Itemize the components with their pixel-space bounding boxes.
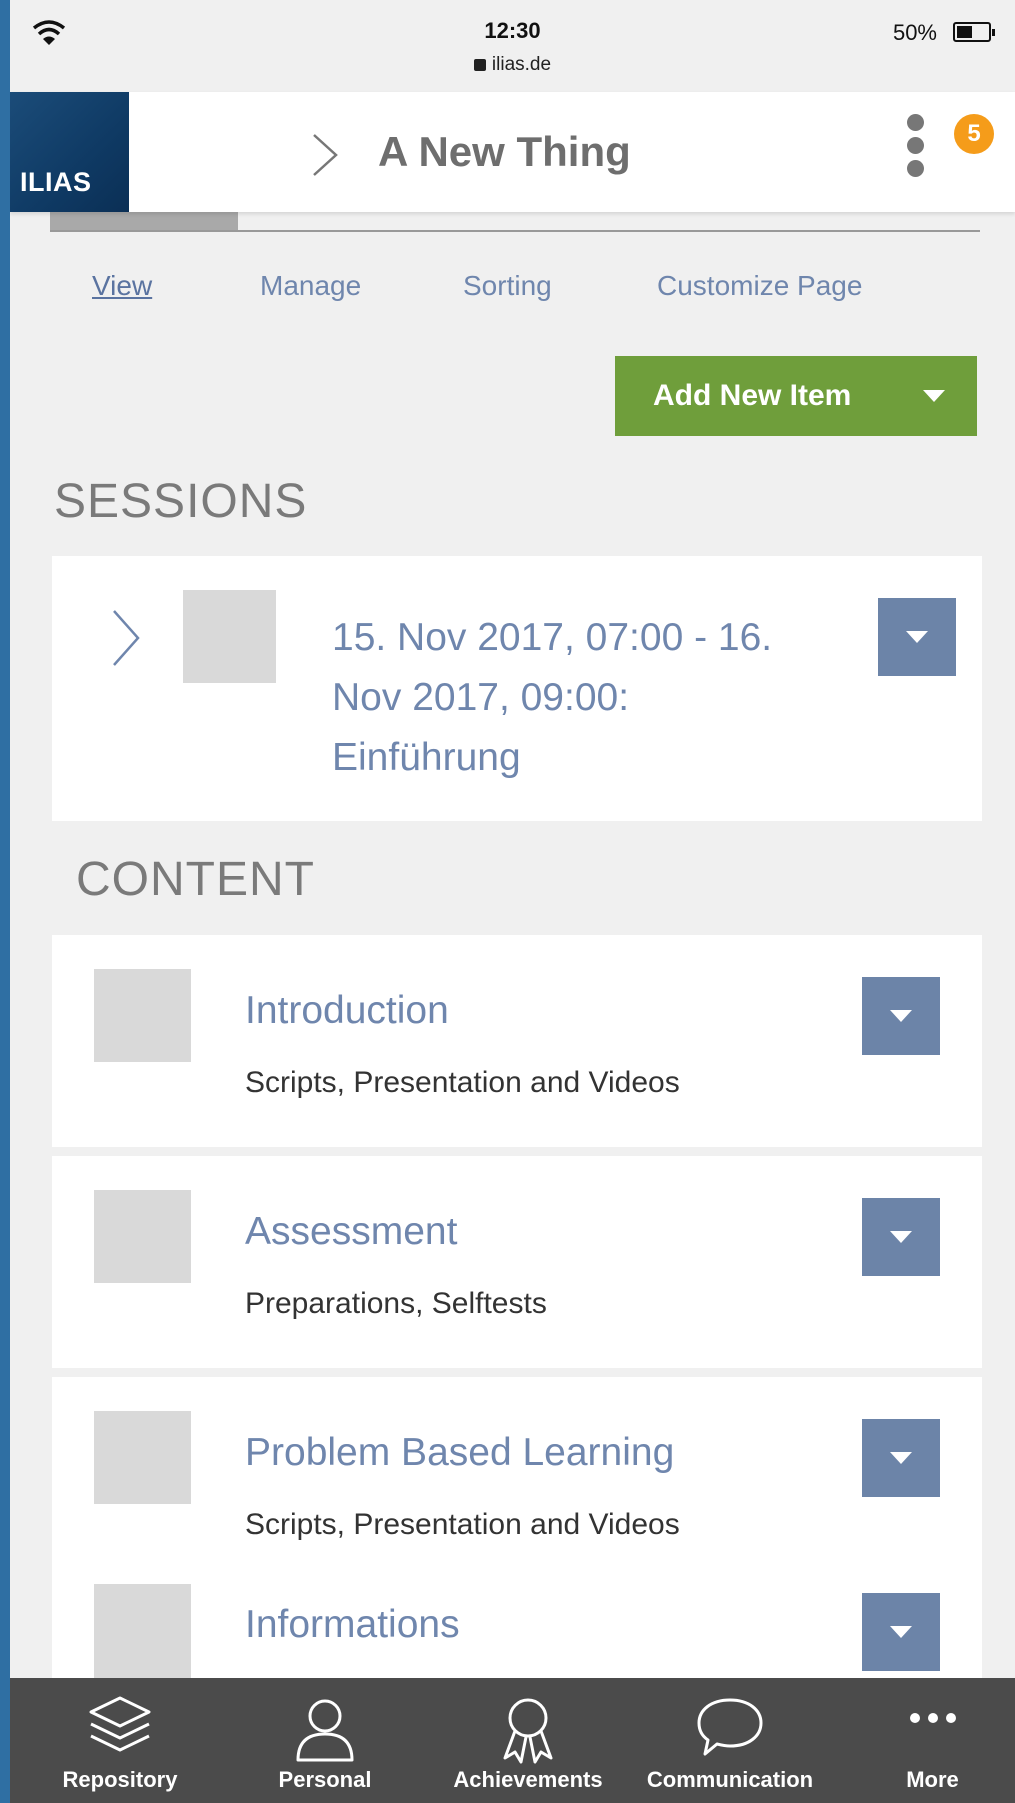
subtab-view[interactable]: View (92, 270, 152, 302)
person-icon (296, 1699, 354, 1762)
battery-icon (953, 22, 995, 42)
status-bar: 12:30 ilias.de 50% (10, 0, 1015, 92)
item-thumbnail (94, 1411, 191, 1504)
nav-communication[interactable]: Communication (635, 1678, 825, 1803)
chevron-right-icon[interactable] (310, 132, 340, 178)
caret-down-icon (923, 390, 945, 402)
subtab-manage[interactable]: Manage (260, 270, 361, 302)
page-title: A New Thing (378, 128, 631, 175)
more-options-icon[interactable] (902, 114, 928, 190)
ilias-logo[interactable]: ILIAS (10, 92, 129, 212)
item-thumbnail (94, 969, 191, 1062)
nav-more[interactable]: More (860, 1678, 1005, 1803)
item-title[interactable]: Introduction (245, 989, 449, 1033)
item-actions-dropdown[interactable] (862, 1419, 940, 1497)
list-item[interactable]: Problem Based Learning Scripts, Presenta… (52, 1377, 982, 1678)
session-title-line: 15. Nov 2017, 07:00 - 16. (332, 616, 773, 659)
item-description: Scripts, Presentation and Videos (245, 1508, 680, 1541)
item-description: Preparations, Selftests (245, 1287, 547, 1320)
layers-icon (89, 1696, 151, 1752)
nav-achievements[interactable]: Achievements (438, 1678, 618, 1803)
content-heading: CONTENT (76, 853, 315, 906)
app-header: ILIAS A New Thing 5 (10, 92, 1015, 212)
url-text: ilias.de (491, 54, 552, 75)
session-actions-dropdown[interactable] (878, 598, 956, 676)
subtab-sorting[interactable]: Sorting (463, 270, 552, 302)
item-thumbnail (94, 1584, 191, 1678)
nav-personal[interactable]: Personal (235, 1678, 415, 1803)
list-item[interactable]: Assessment Preparations, Selftests (52, 1156, 982, 1368)
url-display[interactable]: ilias.de (10, 54, 1015, 76)
bottom-navigation: Repository Personal Achievements Communi… (10, 1678, 1015, 1803)
nav-label: More (906, 1767, 959, 1792)
lock-icon (473, 59, 486, 71)
session-title-line: Einführung (332, 736, 521, 779)
item-actions-dropdown[interactable] (862, 1198, 940, 1276)
item-title[interactable]: Assessment (245, 1210, 457, 1254)
award-icon (503, 1698, 553, 1764)
item-actions-dropdown[interactable] (862, 977, 940, 1055)
sessions-heading: SESSIONS (54, 475, 308, 528)
item-title[interactable]: Problem Based Learning (245, 1431, 674, 1475)
more-dots-icon (910, 1713, 956, 1723)
item-description: Scripts, Presentation and Videos (245, 1066, 680, 1099)
add-new-item-label: Add New Item (653, 379, 852, 412)
notification-badge[interactable]: 5 (954, 114, 994, 154)
nav-label: Repository (62, 1767, 178, 1792)
active-tab-indicator[interactable] (50, 212, 238, 232)
item-actions-dropdown[interactable] (862, 1593, 940, 1671)
session-card[interactable]: 15. Nov 2017, 07:00 - 16. Nov 2017, 09:0… (52, 556, 982, 821)
clock: 12:30 (484, 18, 541, 43)
nav-repository[interactable]: Repository (30, 1678, 210, 1803)
app-frame: 12:30 ilias.de 50% ILIAS A New Thing 5 V… (10, 0, 1015, 1803)
subtab-customize-page[interactable]: Customize Page (657, 270, 862, 302)
list-item[interactable]: Introduction Scripts, Presentation and V… (52, 935, 982, 1147)
item-title[interactable]: Informations (245, 1603, 460, 1647)
nav-label: Personal (278, 1767, 372, 1792)
tab-divider (50, 230, 980, 232)
logo-text: ILIAS (20, 167, 92, 197)
nav-label: Achievements (453, 1767, 603, 1792)
speech-bubble-icon (697, 1698, 763, 1756)
add-new-item-button[interactable]: Add New Item (615, 356, 977, 436)
session-title[interactable]: 15. Nov 2017, 07:00 - 16. Nov 2017, 09:0… (332, 608, 772, 788)
item-thumbnail (94, 1190, 191, 1283)
session-title-line: Nov 2017, 09:00: (332, 676, 630, 719)
nav-label: Communication (646, 1767, 814, 1792)
chevron-right-icon[interactable] (110, 608, 142, 668)
battery-percent: 50% (892, 20, 937, 45)
session-thumbnail (183, 590, 276, 683)
